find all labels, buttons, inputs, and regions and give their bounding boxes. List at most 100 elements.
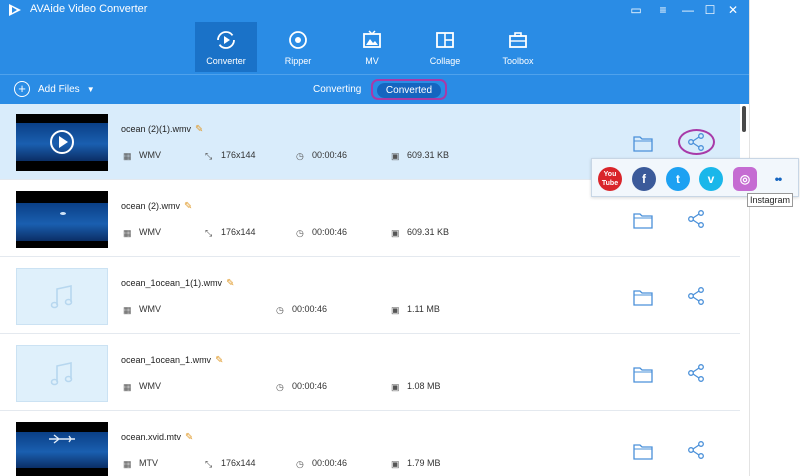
share-icon[interactable] (686, 440, 706, 460)
flickr-icon[interactable]: •• (766, 167, 790, 191)
film-icon: ▦ (123, 459, 132, 469)
file-size: ▣ 1.08 MB (391, 381, 441, 392)
tab-converted[interactable]: Converted (371, 79, 447, 100)
edit-icon[interactable]: ✎ (226, 278, 234, 289)
ripper-icon (289, 31, 307, 49)
open-folder-icon[interactable] (633, 442, 653, 460)
file-duration: ◷ 00:00:46 (276, 304, 327, 315)
twitter-icon[interactable]: t (666, 167, 690, 191)
clock-icon: ◷ (296, 228, 304, 238)
background-strip (749, 0, 800, 476)
file-format-text: WMV (139, 150, 161, 160)
resize-icon: ⤡ (205, 228, 213, 238)
tab-converter[interactable]: Converter (195, 22, 257, 72)
file-name-text: ocean_1ocean_1(1).wmv (121, 278, 223, 288)
video-thumbnail[interactable] (16, 114, 108, 171)
file-format-text: WMV (139, 381, 161, 391)
maximize-icon[interactable]: ☐ (701, 1, 719, 19)
feedback-icon[interactable]: ▭ (627, 1, 645, 19)
resize-icon: ⤡ (205, 151, 213, 161)
play-icon[interactable] (49, 129, 75, 155)
share-icon[interactable] (686, 363, 706, 383)
music-note-icon (50, 285, 73, 309)
file-duration-text: 00:00:46 (312, 150, 348, 160)
add-files-button[interactable]: + Add Files ▼ (14, 81, 95, 97)
file-size: ▣ 609.31 KB (391, 150, 449, 161)
flickr-glyph: •• (774, 172, 782, 186)
edit-icon[interactable]: ✎ (195, 124, 203, 135)
file-format: ▦ WMV (123, 150, 161, 161)
menu-icon[interactable]: ≡ (654, 1, 672, 19)
file-format-text: WMV (139, 227, 161, 237)
tab-toolbox[interactable]: Toolbox (487, 22, 549, 72)
clock-icon: ◷ (276, 382, 284, 392)
tab-converting[interactable]: Converting (313, 84, 361, 95)
edit-icon[interactable]: ✎ (215, 355, 223, 366)
close-icon[interactable]: ✕ (724, 1, 742, 19)
share-icon[interactable] (686, 286, 706, 306)
edit-icon[interactable]: ✎ (185, 432, 193, 443)
clock-icon: ◷ (276, 305, 284, 315)
tab-mv-label: MV (365, 56, 379, 66)
mv-icon (363, 30, 381, 48)
vimeo-icon[interactable]: v (699, 167, 723, 191)
facebook-icon[interactable]: f (632, 167, 656, 191)
file-size-text: 1.08 MB (407, 381, 441, 391)
file-row[interactable]: ocean_1ocean_1.wmv ✎ ▦ WMV ◷ 00:00:46 ▣ 1.08… (0, 335, 740, 411)
file-resolution: ⤡ 176x144 (205, 150, 256, 161)
file-size-text: 1.11 MB (407, 304, 440, 314)
folder-size-icon: ▣ (391, 459, 400, 469)
open-folder-icon[interactable] (633, 288, 653, 306)
audio-thumbnail[interactable] (16, 268, 108, 325)
folder-size-icon: ▣ (391, 151, 400, 161)
file-row[interactable]: ocean_1ocean_1(1).wmv ✎ ▦ WMV ◷ 00:00:46 ▣ 1… (0, 258, 740, 334)
file-resolution-text: 176x144 (221, 458, 256, 468)
file-name: ocean_1ocean_1(1).wmv ✎ (121, 278, 234, 289)
file-resolution: ⤡ 176x144 (205, 458, 256, 469)
file-name-text: ocean (2).wmv (121, 201, 181, 211)
tab-mv[interactable]: MV (341, 22, 403, 72)
file-size: ▣ 1.11 MB (391, 304, 440, 315)
chevron-down-icon[interactable]: ▼ (87, 85, 95, 94)
file-format: ▦ WMV (123, 381, 161, 392)
youtube-icon[interactable]: You Tube (598, 167, 622, 191)
open-folder-icon[interactable] (633, 365, 653, 383)
video-thumbnail[interactable] (16, 422, 108, 476)
file-duration: ◷ 00:00:46 (296, 150, 348, 161)
file-duration: ◷ 00:00:46 (276, 381, 328, 392)
instagram-icon[interactable]: ◎ (733, 167, 757, 191)
share-icon[interactable] (686, 209, 706, 229)
file-duration: ◷ 00:00:46 (296, 458, 347, 469)
tab-ripper[interactable]: Ripper (267, 22, 329, 72)
video-thumbnail[interactable] (16, 191, 108, 248)
scrollbar-thumb[interactable] (742, 106, 746, 132)
file-size: ▣ 1.79 MB (391, 458, 441, 469)
tab-collage-label: Collage (429, 56, 461, 66)
file-resolution: ⤡ 176x144 (205, 227, 256, 238)
open-folder-icon[interactable] (633, 134, 653, 152)
instagram-glyph: ◎ (739, 172, 751, 186)
youtube-glyph: You Tube (601, 171, 619, 187)
file-size: ▣ 609.31 KB (391, 227, 449, 238)
edit-icon[interactable]: ✎ (184, 201, 192, 212)
file-format: ▦ WMV (123, 304, 161, 315)
open-folder-icon[interactable] (633, 211, 653, 229)
file-row[interactable]: ocean.xvid.mtv ✎ ▦ MTV ⤡ 176x144 ◷ 00:00:46 … (0, 412, 740, 476)
file-name-text: ocean.xvid.mtv (121, 432, 182, 442)
file-name: ocean.xvid.mtv ✎ (121, 432, 193, 443)
file-duration: ◷ 00:00:46 (296, 227, 348, 238)
music-note-icon (50, 362, 73, 386)
file-name-text: ocean_1ocean_1.wmv (121, 355, 212, 365)
file-duration-text: 00:00:46 (292, 381, 328, 391)
tab-collage[interactable]: Collage (414, 22, 476, 72)
tab-converter-label: Converter (206, 56, 246, 66)
audio-thumbnail[interactable] (16, 345, 108, 402)
file-name-text: ocean (2)(1).wmv (121, 124, 192, 134)
minimize-icon[interactable]: — (679, 1, 697, 19)
film-icon: ▦ (123, 151, 132, 161)
folder-size-icon: ▣ (391, 382, 400, 392)
file-duration-text: 00:00:46 (312, 227, 348, 237)
folder-size-icon: ▣ (391, 228, 400, 238)
share-highlight-annotation (678, 129, 715, 155)
file-format: ▦ MTV (123, 458, 158, 469)
